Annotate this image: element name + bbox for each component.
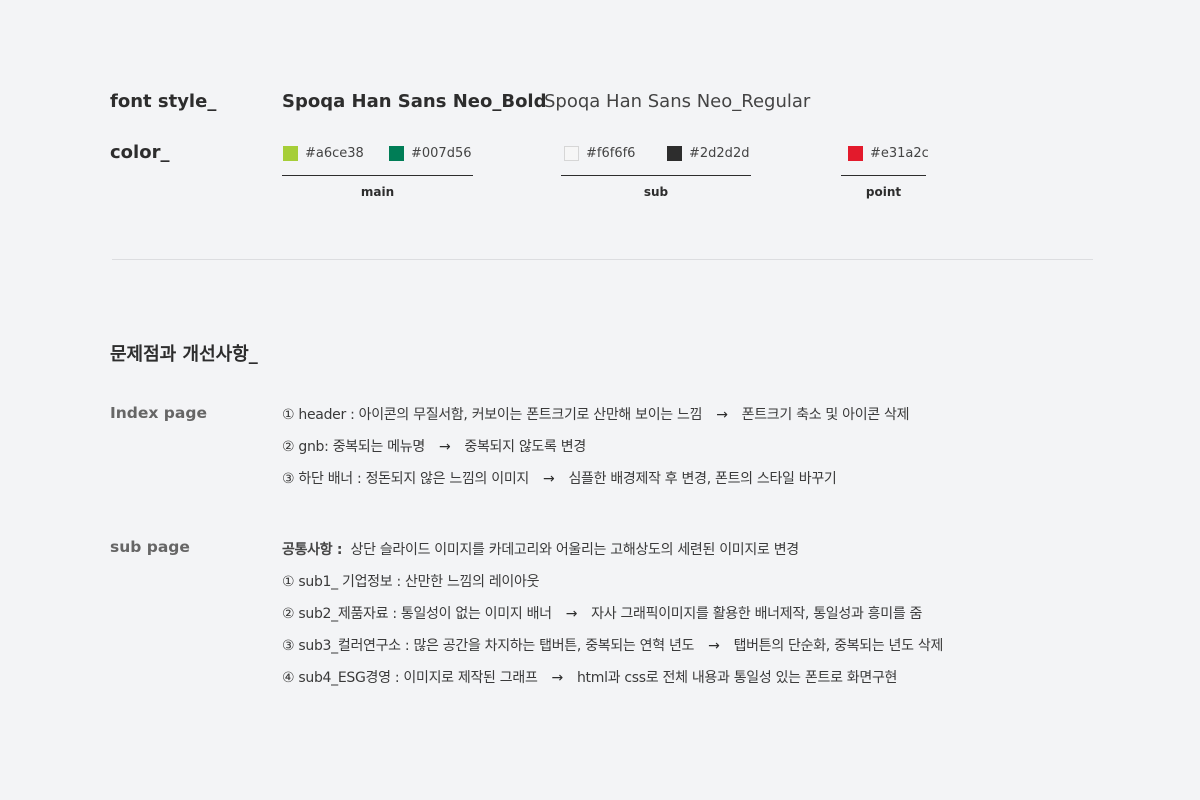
group-underline xyxy=(841,175,926,176)
group-underline xyxy=(561,175,751,176)
swatch-item: #e31a2c xyxy=(848,146,929,161)
index-page-label: Index page xyxy=(110,404,207,422)
item-text: ② gnb: 중복되는 메뉴명 xyxy=(282,439,425,455)
font-bold-sample: Spoqa Han Sans Neo_Bold xyxy=(282,91,547,112)
section-divider xyxy=(112,259,1093,260)
color-swatch-light-gray xyxy=(564,146,579,161)
item-result: 탭버튼의 단순화, 중복되는 년도 삭제 xyxy=(733,638,944,654)
index-item-1: ① header : 아이콘의 무질서함, 커보이는 폰트크기로 산만해 보이는… xyxy=(282,404,910,424)
item-text: ① header : 아이콘의 무질서함, 커보이는 폰트크기로 산만해 보이는… xyxy=(282,407,703,423)
hex-code: #a6ce38 xyxy=(305,146,364,161)
sub-item-1: ① sub1_ 기업정보 : 산만한 느낌의 레이아웃 xyxy=(282,571,539,591)
swatch-item: #007d56 xyxy=(389,146,472,161)
hex-code: #2d2d2d xyxy=(689,146,750,161)
item-text: ② sub2_제품자료 : 통일성이 없는 이미지 배너 xyxy=(282,606,552,622)
color-label: color_ xyxy=(110,142,170,163)
hex-code: #007d56 xyxy=(411,146,472,161)
item-result: 심플한 배경제작 후 변경, 폰트의 스타일 바꾸기 xyxy=(568,471,837,487)
arrow-icon: → xyxy=(551,670,564,686)
arrow-icon: → xyxy=(543,471,555,487)
group-label-point: point xyxy=(865,185,902,199)
item-result: 중복되지 않도록 변경 xyxy=(464,439,586,455)
index-item-2: ② gnb: 중복되는 메뉴명 → 중복되지 않도록 변경 xyxy=(282,436,586,456)
item-result: 자사 그래픽이미지를 활용한 배너제작, 통일성과 흥미를 줌 xyxy=(591,606,923,622)
item-result: html과 css로 전체 내용과 통일성 있는 폰트로 화면구현 xyxy=(576,670,898,686)
arrow-icon: → xyxy=(565,606,578,622)
color-swatch-red xyxy=(848,146,863,161)
item-text: ① sub1_ 기업정보 : 산만한 느낌의 레이아웃 xyxy=(282,574,540,590)
arrow-icon: → xyxy=(708,638,720,654)
group-label-sub: sub xyxy=(643,185,669,199)
color-swatch-dark-gray xyxy=(667,146,682,161)
issues-heading: 문제점과 개선사항_ xyxy=(110,344,258,365)
arrow-icon: → xyxy=(438,439,451,455)
sub-item-2: ② sub2_제품자료 : 통일성이 없는 이미지 배너 → 자사 그래픽이미지를 … xyxy=(282,603,922,623)
sub-page-label: sub page xyxy=(110,538,190,556)
arrow-icon: → xyxy=(716,407,728,423)
swatch-item: #f6f6f6 xyxy=(564,146,635,161)
common-title: 공통사항 : xyxy=(282,542,343,558)
group-underline xyxy=(282,175,473,176)
common-text: 상단 슬라이드 이미지를 카데고리와 어울리는 고해상도의 세련된 이미지로 변… xyxy=(350,542,800,558)
font-style-label: font style_ xyxy=(110,91,217,112)
sub-item-3: ③ sub3_컬러연구소 : 많은 공간을 차지하는 탭버튼, 중복되는 연혁 … xyxy=(282,635,943,655)
sub-common-item: 공통사항 : 상단 슬라이드 이미지를 카데고리와 어울리는 고해상도의 세련된… xyxy=(282,539,799,559)
swatch-item: #2d2d2d xyxy=(667,146,749,161)
item-text: ③ 하단 배너 : 정돈되지 않은 느낌의 이미지 xyxy=(282,471,529,487)
sub-item-4: ④ sub4_ESG경영 : 이미지로 제작된 그래프 → html과 css로 전… xyxy=(282,667,897,687)
color-swatch-green xyxy=(389,146,404,161)
item-result: 폰트크기 축소 및 아이콘 삭제 xyxy=(741,407,910,423)
group-label-main: main xyxy=(360,185,395,199)
item-text: ③ sub3_컬러연구소 : 많은 공간을 차지하는 탭버튼, 중복되는 연혁 … xyxy=(282,638,695,654)
swatch-item: #a6ce38 xyxy=(283,146,364,161)
hex-code: #e31a2c xyxy=(870,146,929,161)
item-text: ④ sub4_ESG경영 : 이미지로 제작된 그래프 xyxy=(282,670,538,686)
index-item-3: ③ 하단 배너 : 정돈되지 않은 느낌의 이미지 → 심플한 배경제작 후 변경,… xyxy=(282,468,837,488)
color-swatch-lime xyxy=(283,146,298,161)
hex-code: #f6f6f6 xyxy=(586,146,636,161)
font-regular-sample: Spoqa Han Sans Neo_Regular xyxy=(544,91,811,112)
